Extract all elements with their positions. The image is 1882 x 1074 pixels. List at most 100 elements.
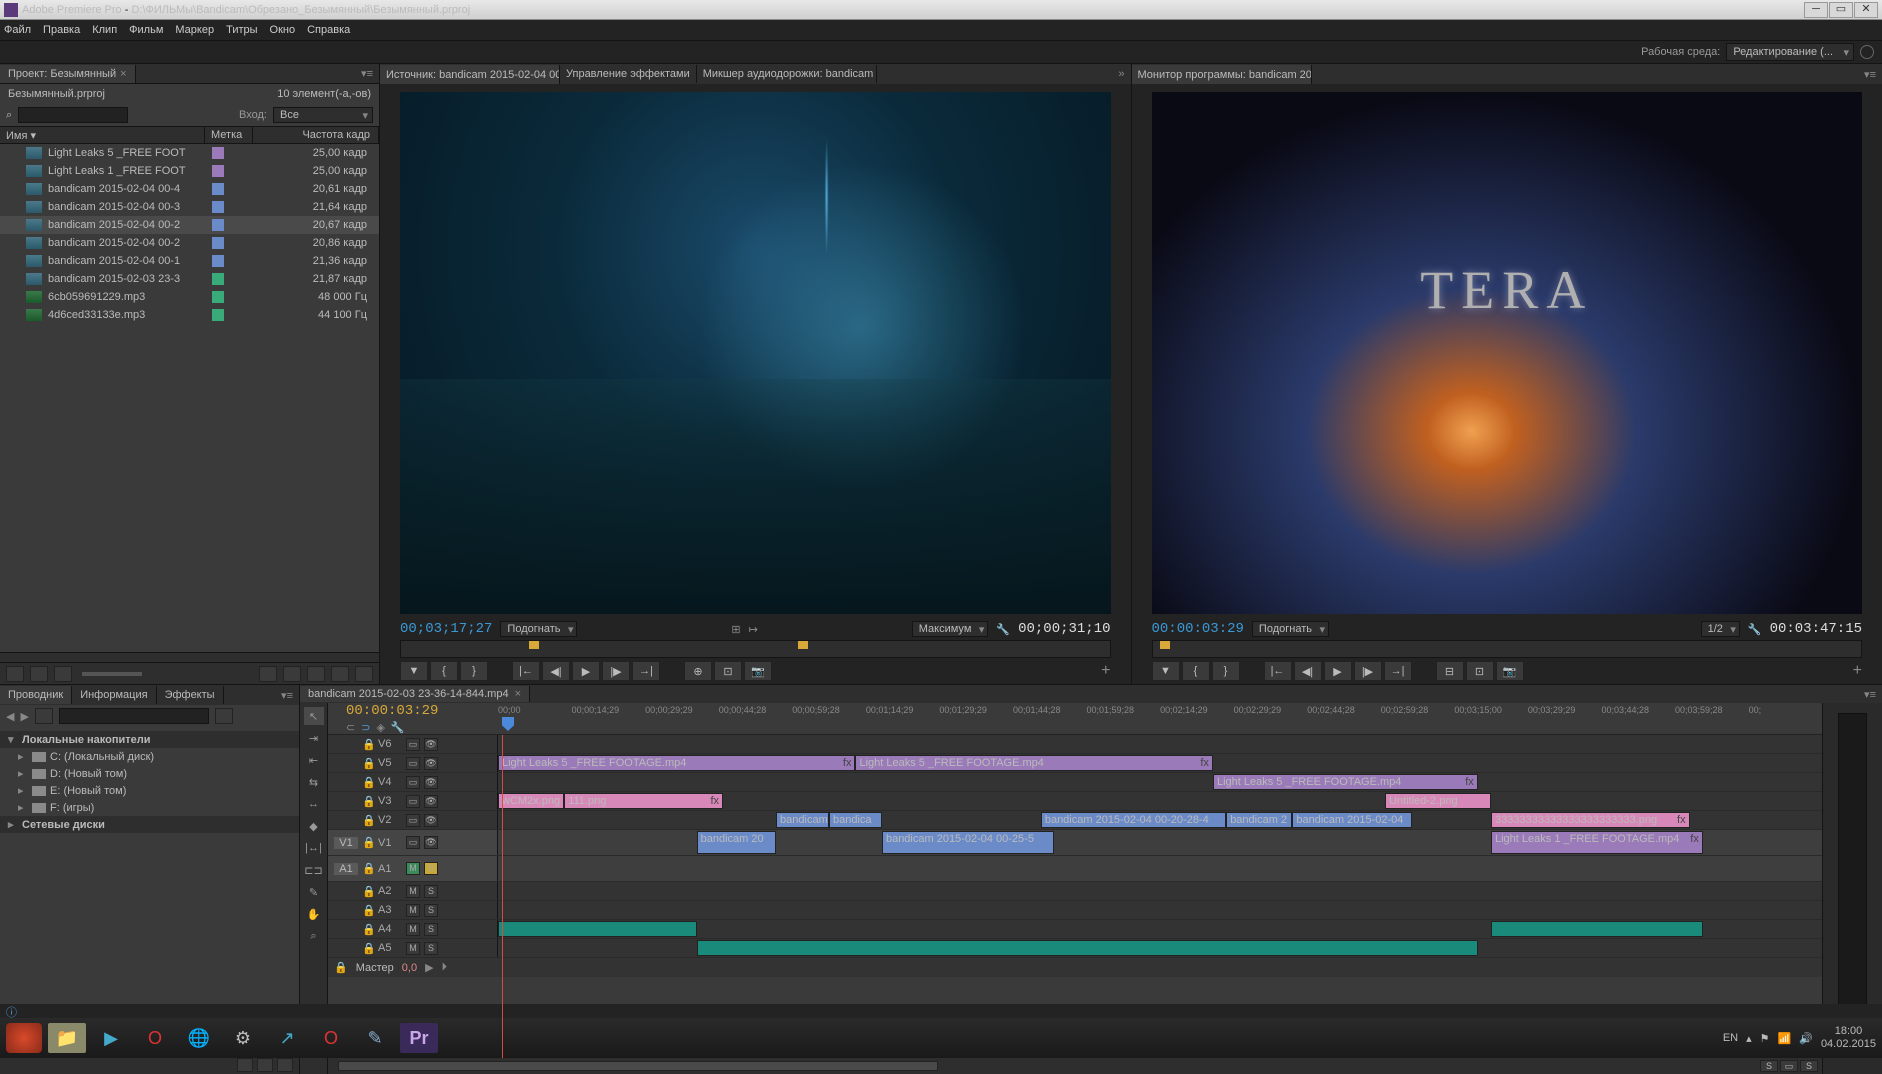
lock-icon[interactable]: 🔒 [362, 885, 374, 898]
mark-in-button[interactable]: ▼ [1152, 661, 1180, 681]
lock-icon[interactable]: 🔒 [362, 942, 374, 955]
panel-menu-icon[interactable]: ▾≡ [355, 67, 379, 80]
out-point-icon[interactable]: ↦ [749, 623, 758, 636]
source-fit-dropdown[interactable]: Подогнать [500, 621, 577, 637]
toggle-sync[interactable]: 👁 [424, 776, 438, 789]
timeline-clip[interactable]: bandicam 2015-02-04 [1292, 812, 1411, 828]
add-button-icon[interactable]: + [1853, 662, 1862, 680]
step-back-button[interactable]: ◀| [1294, 661, 1322, 681]
program-timeline-ruler[interactable] [1152, 640, 1863, 658]
settings-icon[interactable]: 🔧 [1748, 623, 1762, 636]
playhead-marker[interactable] [1160, 641, 1170, 649]
play-button[interactable]: ▶ [1324, 661, 1352, 681]
timeline-clip[interactable] [498, 921, 697, 937]
track-lane[interactable] [498, 920, 1822, 938]
snap-icon[interactable]: ⊂ [346, 721, 355, 734]
step-back-button[interactable]: ◀| [542, 661, 570, 681]
menu-титры[interactable]: Титры [226, 24, 257, 36]
bin-item[interactable]: Light Leaks 5 _FREE FOOT25,00 кадр [0, 144, 379, 162]
solo-toggle[interactable]: S [424, 885, 438, 898]
lift-button[interactable]: ⊟ [1436, 661, 1464, 681]
header-framerate[interactable]: Частота кадр [253, 127, 379, 143]
solo-toggle[interactable]: S [424, 923, 438, 936]
chevron-icon[interactable]: ▶ [425, 961, 433, 974]
extract-button[interactable]: ⊡ [1466, 661, 1494, 681]
timeline-clip[interactable]: Light Leaks 5 _FREE FOOTAGE.mp4fx [855, 755, 1212, 771]
slide-tool[interactable]: ⊏⊐ [304, 861, 324, 879]
system-clock[interactable]: 18:00 04.02.2015 [1821, 1025, 1876, 1051]
timeline-clip[interactable] [697, 940, 1478, 956]
track-header[interactable]: 🔒V6▭👁 [328, 735, 498, 753]
lock-icon[interactable]: 🔒 [362, 836, 374, 849]
track-lane[interactable] [498, 901, 1822, 919]
track-lane[interactable] [498, 856, 1822, 881]
icon-view-button[interactable] [30, 666, 48, 682]
toggle-output[interactable]: ▭ [406, 836, 420, 849]
drive-item[interactable]: ▸D: (Новый том) [0, 765, 299, 782]
taskbar-opera-icon[interactable]: O [312, 1023, 350, 1053]
list-view-button[interactable] [6, 666, 24, 682]
menu-фильм[interactable]: Фильм [129, 24, 163, 36]
lock-icon[interactable]: 🔒 [334, 961, 348, 974]
lock-icon[interactable]: 🔒 [362, 862, 374, 875]
track-toggle[interactable]: S [424, 862, 438, 875]
back-icon[interactable]: ◀ [6, 710, 14, 723]
project-search-input[interactable] [18, 107, 128, 123]
play-button[interactable]: ▶ [572, 661, 600, 681]
track-header[interactable]: 🔒V2▭👁 [328, 811, 498, 829]
thumbnail-view-icon[interactable] [257, 1058, 273, 1072]
taskbar-app-icon[interactable]: ✎ [356, 1023, 394, 1053]
toggle-sync[interactable]: 👁 [424, 757, 438, 770]
zoom-slider[interactable] [82, 672, 142, 676]
chevron-icon[interactable]: ⏵ [442, 961, 448, 974]
new-item-button[interactable] [331, 666, 349, 682]
slip-tool[interactable]: |↔| [304, 839, 324, 857]
panel-menu-icon[interactable]: ▾≡ [1858, 688, 1882, 701]
mark-out-button[interactable]: } [460, 661, 488, 681]
rate-stretch-tool[interactable]: ↔ [304, 795, 324, 813]
track-lane[interactable]: bandicam 20bandicam 2015-02-04 00-25-5Li… [498, 830, 1822, 855]
track-header[interactable]: 🔒A5MS [328, 939, 498, 957]
timeline-clip[interactable]: bandicam 2015-02-04 00-25-5 [882, 831, 1054, 854]
lock-icon[interactable]: 🔒 [362, 923, 374, 936]
sync-lock-icon[interactable]: S [1760, 1060, 1778, 1072]
language-indicator[interactable]: EN [1723, 1032, 1738, 1044]
timeline-clip[interactable]: Light Leaks 5 _FREE FOOTAGE.mp4fx [1213, 774, 1478, 790]
overflow-icon[interactable]: » [1112, 68, 1130, 80]
track-lane[interactable] [498, 882, 1822, 900]
lock-icon[interactable]: 🔒 [362, 795, 374, 808]
drive-item[interactable]: ▸E: (Новый том) [0, 782, 299, 799]
bin-item[interactable]: bandicam 2015-02-04 00-420,61 кадр [0, 180, 379, 198]
insert-button[interactable]: ⊕ [684, 661, 712, 681]
track-header[interactable]: A1🔒A1MS [328, 856, 498, 881]
mute-toggle[interactable]: M [406, 942, 420, 955]
track-lane[interactable]: bandicambandicabandicam 2015-02-04 00-20… [498, 811, 1822, 829]
taskbar-app-icon[interactable]: ↗ [268, 1023, 306, 1053]
mute-toggle[interactable]: M [406, 885, 420, 898]
timeline-clip[interactable]: bandicam 20 [697, 831, 776, 854]
drive-item[interactable]: ▸C: (Локальный диск) [0, 748, 299, 765]
tray-network-icon[interactable]: 📶 [1778, 1032, 1792, 1045]
menu-маркер[interactable]: Маркер [175, 24, 214, 36]
razor-tool[interactable]: ◆ [304, 817, 324, 835]
delete-button[interactable] [355, 666, 373, 682]
timeline-clip[interactable]: 111.pngfx [564, 793, 723, 809]
search-icon[interactable] [1860, 45, 1874, 59]
add-button-icon[interactable]: + [1101, 662, 1110, 680]
menu-справка[interactable]: Справка [307, 24, 350, 36]
tray-chevron-icon[interactable]: ▴ [1746, 1032, 1752, 1045]
lock-icon[interactable]: 🔒 [362, 904, 374, 917]
linked-selection-icon[interactable]: ⊃ [361, 721, 370, 734]
program-viewport[interactable]: TERA [1152, 92, 1863, 614]
bin-item[interactable]: bandicam 2015-02-04 00-220,86 кадр [0, 234, 379, 252]
bin-item[interactable]: bandicam 2015-02-03 23-321,87 кадр [0, 270, 379, 288]
timeline-clip[interactable]: wCM2x.png [498, 793, 564, 809]
header-name[interactable]: Имя ▾ [0, 127, 205, 143]
source-tab[interactable]: Источник: bandicam 2015-02-04 00-25-59-9… [380, 65, 560, 84]
list-view-icon[interactable] [237, 1058, 253, 1072]
timeline-clip[interactable]: Light Leaks 5 _FREE FOOTAGE.mp4fx [498, 755, 855, 771]
menu-файл[interactable]: Файл [4, 24, 31, 36]
tray-flag-icon[interactable]: ⚑ [1760, 1032, 1770, 1045]
toggle-output[interactable]: ▭ [406, 738, 420, 751]
program-fit-dropdown[interactable]: Подогнать [1252, 621, 1329, 637]
